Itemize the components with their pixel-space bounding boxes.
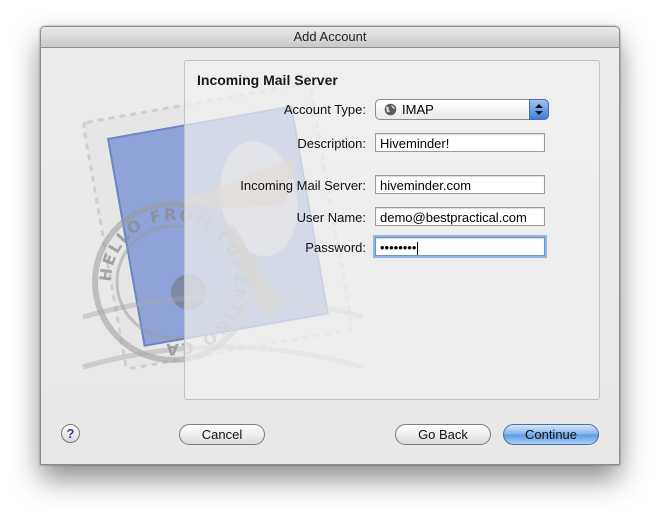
incoming-mail-server-field[interactable]: hiveminder.com [375, 175, 545, 194]
help-button[interactable]: ? [61, 424, 80, 443]
description-field[interactable]: Hiveminder! [375, 133, 545, 152]
continue-button[interactable]: Continue [503, 424, 599, 445]
incoming-mail-server-label: Incoming Mail Server: [240, 178, 366, 193]
window-title: Add Account [41, 27, 619, 48]
text-caret [417, 241, 419, 255]
section-title: Incoming Mail Server [197, 72, 338, 88]
go-back-button[interactable]: Go Back [395, 424, 491, 445]
globe-icon [384, 103, 397, 116]
user-name-field[interactable]: demo@bestpractical.com [375, 207, 545, 226]
chevron-up-down-icon [529, 99, 549, 120]
user-name-label: User Name: [296, 210, 366, 225]
account-type-select[interactable]: IMAP [375, 99, 549, 120]
account-type-label: Account Type: [283, 102, 366, 117]
password-label: Password: [305, 240, 366, 255]
incoming-mail-server-panel: Incoming Mail Server Account Type: IMAP … [184, 60, 600, 400]
add-account-dialog: Add Account HELLO FROM CUPERTINO CA Inco… [40, 26, 620, 465]
password-field[interactable]: •••••••• [375, 237, 545, 256]
description-label: Description: [297, 136, 366, 151]
cancel-button[interactable]: Cancel [179, 424, 265, 445]
password-value: •••••••• [380, 240, 417, 255]
account-type-value: IMAP [402, 102, 434, 117]
